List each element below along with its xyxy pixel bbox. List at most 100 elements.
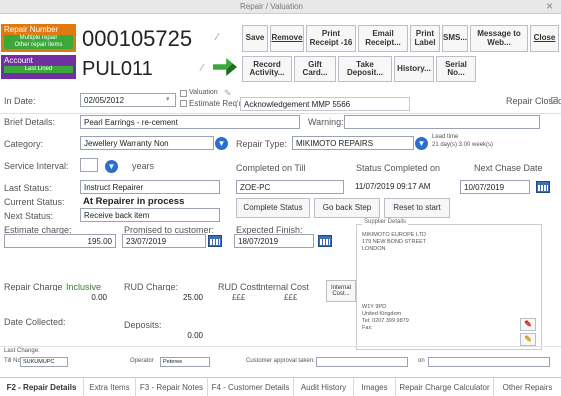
repair-closed-checkbox[interactable]: [551, 97, 558, 104]
supplier-details-title: Supplier Details: [362, 219, 409, 226]
close-button[interactable]: Close: [530, 25, 559, 52]
rud-cost-label: RUD Cost:: [218, 282, 262, 292]
history-button[interactable]: History...: [394, 56, 434, 82]
repair-type-field[interactable]: MIKIMOTO REPAIRS: [292, 136, 414, 150]
multiple-repair-badge: Multiple repair: [4, 35, 73, 43]
tab-other-repairs[interactable]: Other Repairs: [494, 378, 561, 396]
category-label: Category:: [4, 139, 44, 149]
tab-repair-details[interactable]: F2 - Repair Details: [0, 378, 84, 396]
print-label-button[interactable]: Print Label: [410, 25, 440, 52]
tab-audit-history[interactable]: Audit History: [294, 378, 354, 396]
supplier-line: Fax:: [362, 325, 373, 331]
customer-approval-label: Customer approval taken:: [246, 358, 315, 364]
email-receipt-button[interactable]: Email Receipt...: [358, 25, 408, 52]
valuation-checkbox[interactable]: [180, 90, 187, 97]
close-window-icon[interactable]: ×: [546, 0, 553, 14]
category-dropdown-icon[interactable]: ▼: [215, 137, 228, 150]
next-chase-label: Next Chase Date: [474, 163, 543, 173]
internal-costs-button[interactable]: Internal Cost...: [326, 280, 356, 302]
supplier-line: LONDON: [362, 246, 386, 252]
brief-details-field[interactable]: Pearl Earrings - re-cement: [80, 115, 300, 129]
tab-images[interactable]: Images: [354, 378, 396, 396]
date-collected-field[interactable]: [4, 327, 108, 341]
in-date-dropdown-icon[interactable]: ▾: [166, 96, 170, 104]
acknowledgement-field[interactable]: Acknowledgement MMP 5566: [240, 97, 410, 111]
till-field: SUKUMUPC: [20, 357, 68, 367]
in-date-field[interactable]: 02/05/2012: [80, 93, 176, 107]
save-button[interactable]: Save: [242, 25, 268, 52]
supplier-line: 179 NEW BOND STREET: [362, 239, 427, 245]
next-status-label: Next Status:: [4, 211, 54, 221]
lead-time-label: Lead time: [432, 134, 459, 140]
last-change-label: Last Change:: [4, 348, 40, 354]
account-label: Account: [4, 56, 33, 65]
remove-button[interactable]: Remove: [270, 25, 304, 52]
repair-type-label: Repair Type:: [236, 139, 287, 149]
reset-to-start-button[interactable]: Reset to start: [384, 198, 450, 218]
valuation-edit-icon[interactable]: ✎: [224, 88, 232, 98]
years-label: years: [132, 161, 155, 171]
tab-customer-details[interactable]: F4 - Customer Details: [208, 378, 294, 396]
serial-no-button[interactable]: Serial No...: [436, 56, 476, 82]
on-label: on: [418, 358, 425, 364]
repair-type-dropdown-icon[interactable]: ▼: [415, 137, 428, 150]
tab-repair-notes[interactable]: F3 - Repair Notes: [136, 378, 208, 396]
message-web-button[interactable]: Message to Web...: [470, 25, 528, 52]
warning-label: Warning:: [308, 117, 344, 127]
in-date-label: In Date:: [4, 96, 36, 106]
next-chase-calendar-icon[interactable]: [536, 181, 550, 193]
green-pointer-icon[interactable]: [213, 58, 237, 76]
supplier-line: Tel: 0207 399 9879: [362, 318, 409, 324]
window-title: Repair / Valuation: [240, 2, 303, 11]
date-collected-label: Date Collected:: [4, 317, 66, 327]
gift-card-button[interactable]: Gift Card...: [294, 56, 336, 82]
complete-status-button[interactable]: Complete Status: [236, 198, 310, 218]
take-deposit-button[interactable]: Take Deposit...: [338, 56, 392, 82]
category-field[interactable]: Jewellery Warranty Non: [80, 136, 214, 150]
next-chase-field[interactable]: 10/07/2019: [460, 180, 530, 194]
operator-field: Peteree: [160, 357, 210, 367]
other-repair-badge: Other repair items: [4, 42, 73, 49]
tab-extra-items[interactable]: Extra Items: [84, 378, 136, 396]
print-receipt-button[interactable]: Print Receipt ‑16: [306, 25, 356, 52]
sms-button[interactable]: SMS...: [442, 25, 468, 52]
warning-field[interactable]: [344, 115, 540, 129]
current-status-label: Current Status:: [4, 197, 65, 207]
repair-number: 000105725: [82, 26, 193, 51]
go-back-step-button[interactable]: Go back Step: [314, 198, 380, 218]
rud-cost-value: £££: [232, 293, 246, 302]
tab-repair-charge-calculator[interactable]: Repair Charge Calculator: [396, 378, 494, 396]
supplier-line: W1Y 9PD: [362, 304, 387, 310]
service-interval-dropdown-icon[interactable]: ▼: [105, 160, 118, 173]
estimate-req-checkbox[interactable]: [180, 100, 187, 107]
supplier-lookup-icon[interactable]: ✎: [520, 333, 536, 346]
record-activity-button[interactable]: Record Activity...: [242, 56, 292, 82]
internal-cost-label: Internal Cost: [258, 282, 310, 292]
service-interval-field[interactable]: [80, 158, 98, 172]
lead-time-value: 21 day(s) 3.00 week(s): [432, 142, 494, 148]
estimate-charge-field[interactable]: 195.00: [4, 234, 116, 248]
valuation-label: Valuation: [189, 89, 218, 96]
brief-details-label: Brief Details:: [4, 117, 56, 127]
expected-finish-calendar-icon[interactable]: [318, 235, 332, 247]
expected-finish-field[interactable]: 18/07/2019: [234, 234, 314, 248]
edit-account-icon[interactable]: ⁄: [194, 63, 210, 75]
completed-till-field: ZOE-PC: [236, 180, 344, 194]
customer-approval-field[interactable]: [316, 357, 408, 367]
till-label: Till No: [4, 358, 21, 364]
promised-field[interactable]: 23/07/2019: [122, 234, 206, 248]
service-interval-label: Service Interval:: [4, 161, 69, 171]
next-status-field: Receive back item: [80, 208, 220, 222]
divider: [0, 113, 561, 114]
repair-number-tile: Repair Number Multiple repair Other repa…: [1, 24, 76, 52]
last-status-field: Instruct Repairer: [80, 180, 220, 194]
rud-charge-field[interactable]: 25.00: [122, 291, 206, 305]
pin-icon[interactable]: ⁄: [208, 31, 226, 45]
supplier-edit-icon[interactable]: ✎: [520, 318, 536, 331]
on-field[interactable]: [428, 357, 550, 367]
repair-charge-field[interactable]: 0.00: [4, 291, 110, 305]
supplier-line: United Kingdom: [362, 311, 402, 317]
estimate-req-label: Estimate Req'd: [189, 99, 243, 108]
repair-number-label: Repair Number: [4, 25, 59, 34]
promised-calendar-icon[interactable]: [208, 235, 222, 247]
